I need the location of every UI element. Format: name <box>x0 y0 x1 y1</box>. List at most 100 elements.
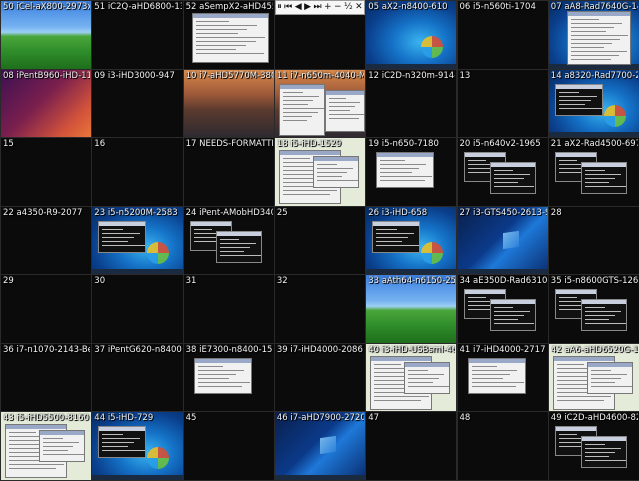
text-line <box>584 452 616 454</box>
text-line <box>282 158 310 160</box>
monitor-tile[interactable]: 06 i5-n560ti-1704 <box>456 0 549 70</box>
prev-icon[interactable]: ◀ <box>295 1 302 14</box>
monitor-tile[interactable]: 12 iC2D-n320m-914-Mac <box>365 68 458 139</box>
monitor-label: 29 <box>3 276 14 287</box>
monitor-tile[interactable]: 38 iE7300-n8400-1522 <box>182 342 275 413</box>
text-line <box>102 244 146 246</box>
text-line <box>195 37 266 38</box>
monitor-tile[interactable]: 26 i3-iHD-658 <box>365 205 458 276</box>
monitor-label: 46 i7-aHD7900-2720 <box>276 413 365 424</box>
pause-icon[interactable]: ⏸ <box>277 1 282 14</box>
monitor-label: 45 <box>185 413 197 424</box>
text-line <box>558 446 582 448</box>
monitor-tile[interactable]: 46 i7-aHD7900-2720 <box>273 411 367 481</box>
monitor-tile[interactable]: 17 NEEDS-FORMATTING <box>182 137 275 207</box>
monitor-tile[interactable]: 34 aE350D-Rad6310-5 <box>456 274 549 344</box>
window-titlebar <box>279 84 324 89</box>
text-line <box>197 369 244 371</box>
monitor-tile[interactable]: 48 <box>456 411 549 481</box>
monitor-tile[interactable]: 15 <box>0 137 93 207</box>
window-titlebar <box>587 362 632 367</box>
monitor-label: 22 a4350-R9-2077 <box>3 207 83 218</box>
fraction-icon[interactable]: ½ <box>344 1 353 14</box>
monitor-tile[interactable]: 31 <box>182 274 275 344</box>
monitor-tile[interactable]: 14 a8320-Rad7700-223 <box>547 68 639 139</box>
text-line <box>376 228 397 230</box>
monitor-tile[interactable]: 50 iCel-aX800-2973xp <box>0 0 93 70</box>
monitor-tile[interactable]: 39 i7-iHD4000-2086 <box>273 342 367 413</box>
monitor-tile[interactable]: 45 <box>182 411 275 481</box>
zoom-out-icon[interactable]: − <box>334 1 342 14</box>
text-line <box>584 319 610 321</box>
text-line <box>102 438 141 440</box>
text-line <box>584 315 616 317</box>
monitor-tile[interactable]: 20 i5-n640v2-1965 <box>456 137 549 207</box>
text-line <box>282 99 314 101</box>
monitor-label: 38 iE7300-n8400-1522 <box>185 344 273 355</box>
text-line <box>43 446 74 448</box>
monitor-tile[interactable]: 44 i5-iHD-729 <box>91 411 184 481</box>
text-line <box>328 117 360 119</box>
text-line <box>408 373 445 375</box>
text-line <box>556 395 612 397</box>
text-line <box>590 369 611 371</box>
monitor-tile[interactable]: 27 i3-GTS450-2613-SL <box>456 205 549 276</box>
monitor-tile[interactable]: 28 <box>547 205 639 276</box>
monitor-tile[interactable]: 43 i5-iHD5500-8160-lin <box>0 411 93 481</box>
close-icon[interactable]: ✕ <box>355 1 363 14</box>
text-line <box>9 464 64 466</box>
monitor-tile[interactable]: 09 i3-iHD3000-947 <box>91 68 184 139</box>
monitor-tile[interactable]: 49 iC2D-aHD4600-825 <box>547 411 639 481</box>
monitor-tile[interactable]: 33 aAth64-n6150-2515 <box>365 274 458 344</box>
monitor-tile[interactable]: 16 <box>91 137 184 207</box>
text-line <box>570 55 620 56</box>
text-line <box>102 236 135 238</box>
monitor-label: 30 <box>94 276 106 287</box>
monitor-tile[interactable]: 05 aX2-n8400-610 <box>365 0 458 70</box>
text-line <box>558 107 602 109</box>
monitor-tile[interactable]: 36 i7-n1070-2143-Beast <box>0 342 93 413</box>
monitor-tile[interactable]: 30 <box>91 274 184 344</box>
monitor-tile[interactable]: 52 aSempX2-aHD4550 <box>182 0 275 70</box>
text-line <box>493 186 535 188</box>
monitor-label: 17 NEEDS-FORMATTING <box>185 139 273 150</box>
monitor-tile[interactable]: 21 aX2-Rad4500-697 <box>547 137 639 207</box>
monitor-tile[interactable]: 19 i5-n650-7180 <box>365 137 458 207</box>
monitor-tile[interactable]: 11 i7-n650m-4040-Mac <box>273 68 367 139</box>
text-line <box>556 363 584 365</box>
next-icon[interactable]: ▶ <box>304 1 311 14</box>
monitor-tile[interactable]: 23 i5-n5200M-2583 <box>91 205 184 276</box>
last-icon[interactable]: ⏭ <box>313 1 321 14</box>
text-line <box>467 297 486 299</box>
monitor-tile[interactable]: 24 iPent-AMobHD3400 <box>182 205 275 276</box>
monitor-tile[interactable]: 37 iPentG620-n8400-15 <box>91 342 184 413</box>
zoom-in-icon[interactable]: + <box>324 1 332 14</box>
window-titlebar <box>216 231 261 236</box>
monitor-tile[interactable]: 35 i5-n8600GTS-126 <box>547 274 639 344</box>
text-line <box>219 254 261 256</box>
monitor-tile[interactable]: 47 <box>365 411 458 481</box>
monitor-tile[interactable]: 08 iPentB960-iHD-1143 <box>0 68 93 139</box>
monitor-tile[interactable]: 41 i7-iHD4000-2717 <box>456 342 549 413</box>
monitor-tile[interactable]: 25 <box>273 205 367 276</box>
monitor-label: 35 i5-n8600GTS-126 <box>550 276 639 287</box>
monitor-label: 41 i7-iHD4000-2717 <box>459 344 546 355</box>
text-line <box>558 434 577 436</box>
monitor-tile[interactable]: 07 aA8-Rad7640G-149 <box>547 0 639 70</box>
first-icon[interactable]: ⏮ <box>284 1 292 14</box>
monitor-tile[interactable]: 32 <box>273 274 367 344</box>
monitor-tile[interactable]: 13 <box>456 68 549 139</box>
text-line <box>195 53 264 54</box>
monitor-tile[interactable]: 42 aA6-aHD6520G-1 <box>547 342 639 413</box>
window-titlebar <box>6 425 66 430</box>
monitor-tile[interactable]: 29 <box>0 274 93 344</box>
monitor-tile[interactable]: 22 a4350-R9-2077 <box>0 205 93 276</box>
monitor-tile[interactable]: 10 i7-aHD5770M-3809 <box>182 68 275 139</box>
monitor-tile[interactable]: 51 iC2Q-aHD6800-1337 <box>91 0 184 70</box>
text-line <box>471 385 517 387</box>
monitor-tile[interactable]: 40 i3-iHD-USBsml-460-lin <box>365 342 458 413</box>
text-line <box>570 19 599 20</box>
text-line <box>195 21 230 22</box>
monitor-tile[interactable]: 18 i5-iHD-1529 <box>273 137 367 207</box>
text-line <box>282 190 338 192</box>
